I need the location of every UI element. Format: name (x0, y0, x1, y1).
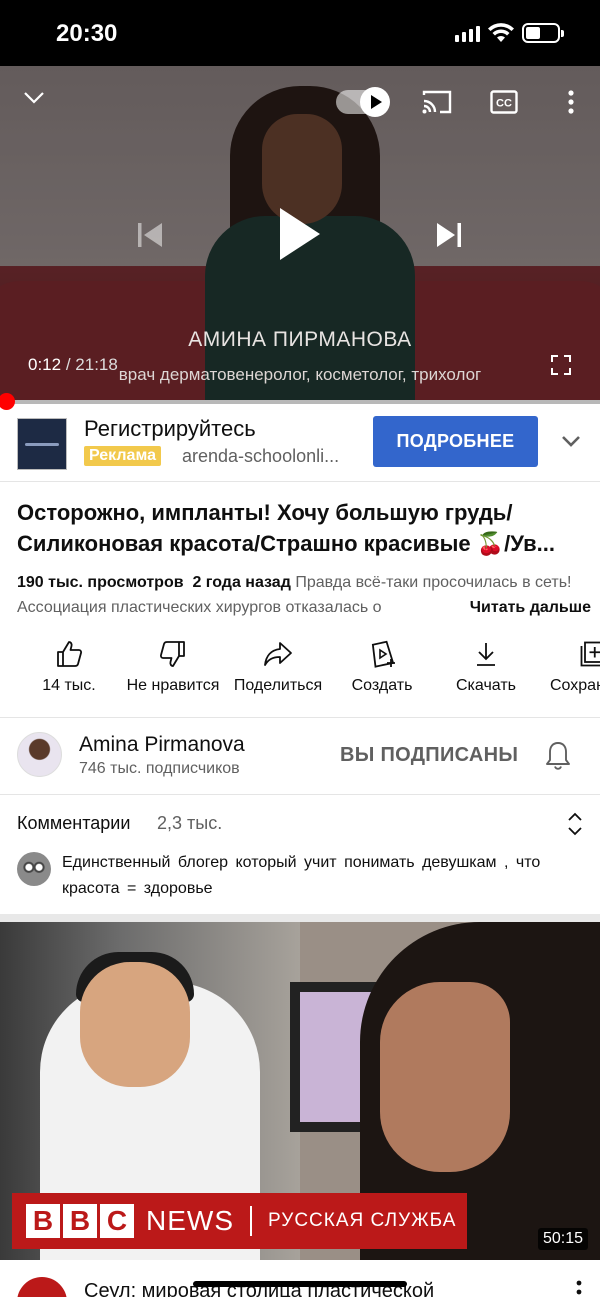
save-button[interactable]: Сохран (536, 636, 600, 695)
section-divider (0, 914, 600, 922)
fullscreen-icon[interactable] (551, 355, 571, 375)
bbc-blocks: B B C (26, 1204, 134, 1238)
play-button-icon[interactable] (278, 206, 322, 262)
minimize-chevron-icon[interactable] (23, 91, 45, 105)
download-icon (477, 643, 495, 666)
action-bar: 14 тыс. Не нравится Поделиться Создать С… (0, 636, 600, 706)
notification-bell-icon[interactable] (545, 740, 571, 770)
thumbs-up-icon (57, 641, 83, 667)
view-count: 190 тыс. просмотров (17, 574, 184, 591)
advertiser-logo (17, 418, 67, 470)
create-button[interactable]: Создать (327, 636, 437, 695)
next-video-icon[interactable] (435, 221, 463, 249)
battery-icon (522, 23, 564, 43)
ad-banner[interactable]: Регистрируйтесь Реклама arenda-schoolonl… (0, 404, 600, 482)
ad-title[interactable]: Регистрируйтесь (84, 416, 256, 442)
previous-video-icon[interactable] (136, 221, 164, 249)
thumbs-down-icon (159, 641, 185, 667)
autoplay-play-icon (360, 87, 390, 117)
video-caption-name: АМИНА ПИРМАНОВА (188, 328, 412, 351)
like-count: 14 тыс. (42, 677, 96, 694)
subscribed-button[interactable]: ВЫ ПОДПИСАНЫ (340, 744, 518, 767)
cast-icon[interactable] (421, 89, 453, 115)
comments-count: 2,3 тыс. (157, 813, 223, 833)
ad-url: arenda-schoolonli... (182, 446, 340, 466)
comments-section[interactable]: Комментарии 2,3 тыс. Единственный блогер… (0, 795, 600, 915)
save-to-playlist-icon (580, 641, 600, 667)
like-button[interactable]: 14 тыс. (14, 636, 124, 695)
dislike-button[interactable]: Не нравится (118, 636, 228, 695)
next-video-thumbnail[interactable]: B B C NEWS РУССКАЯ СЛУЖБА 50:15 (0, 922, 600, 1260)
svg-text:CC: CC (496, 98, 512, 110)
closed-captions-icon[interactable]: CC (490, 90, 518, 114)
video-title[interactable]: Осторожно, импланты! Хочу большую грудь/… (17, 497, 587, 559)
top-comment-text: Единственный блогер который учит понимат… (62, 854, 541, 897)
create-label: Создать (351, 677, 413, 694)
expand-collapse-icon[interactable] (566, 811, 584, 837)
create-icon (371, 640, 395, 668)
save-label: Сохран (550, 677, 600, 694)
autoplay-toggle[interactable] (336, 87, 390, 117)
dislike-label: Не нравится (126, 677, 220, 694)
channel-avatar[interactable] (17, 732, 62, 777)
bbc-letter: B (26, 1204, 60, 1238)
bbc-letter: C (100, 1204, 134, 1238)
channel-name[interactable]: Amina Pirmanova (79, 733, 245, 757)
thumbnail-duration: 50:15 (538, 1228, 589, 1250)
share-icon (264, 642, 292, 666)
time-separator: / (65, 355, 71, 374)
upload-age: 2 года назад (192, 574, 291, 591)
bbc-news-text: NEWS (146, 1205, 234, 1236)
subscriber-count: 746 тыс. подписчиков (79, 760, 240, 777)
wifi-icon (488, 23, 514, 42)
video-player[interactable]: CC АМИНА ПИРМАНОВА врач дерматовенеролог… (0, 66, 600, 402)
bbc-service-text: РУССКАЯ СЛУЖБА (268, 1210, 457, 1231)
read-more-link[interactable]: Читать дальше (455, 595, 591, 620)
channel-row[interactable]: Amina Pirmanova 746 тыс. подписчиков ВЫ … (0, 718, 600, 794)
status-bar: 20:30 (0, 0, 600, 66)
logo-separator (250, 1206, 252, 1236)
video-description[interactable]: 190 тыс. просмотров 2 года назад Правда … (17, 570, 591, 620)
playback-time: 0:12 / 21:18 (28, 355, 118, 375)
status-time: 20:30 (56, 20, 118, 47)
cellular-signal-icon (455, 26, 480, 42)
home-indicator[interactable] (193, 1281, 407, 1287)
ad-learn-more-button[interactable]: ПОДРОБНЕЕ (373, 416, 538, 467)
chevron-down-icon[interactable] (561, 434, 581, 448)
ad-badge: Реклама (84, 446, 161, 466)
download-button[interactable]: Скачать (431, 636, 541, 695)
bbc-news-russian-logo: B B C NEWS РУССКАЯ СЛУЖБА (12, 1193, 467, 1249)
more-options-icon[interactable] (567, 90, 575, 114)
download-label: Скачать (456, 677, 516, 694)
commenter-avatar (17, 852, 51, 886)
share-button[interactable]: Поделиться (223, 636, 333, 695)
bbc-letter: B (63, 1204, 97, 1238)
next-channel-avatar[interactable] (17, 1277, 67, 1297)
current-time: 0:12 (28, 355, 62, 374)
comments-label: Комментарии (17, 813, 131, 833)
video-duration: 21:18 (75, 355, 118, 374)
next-video-info[interactable]: Сеул: мировая столица пластической (0, 1260, 600, 1297)
more-options-icon[interactable] (575, 1280, 583, 1297)
share-label: Поделиться (233, 677, 323, 694)
